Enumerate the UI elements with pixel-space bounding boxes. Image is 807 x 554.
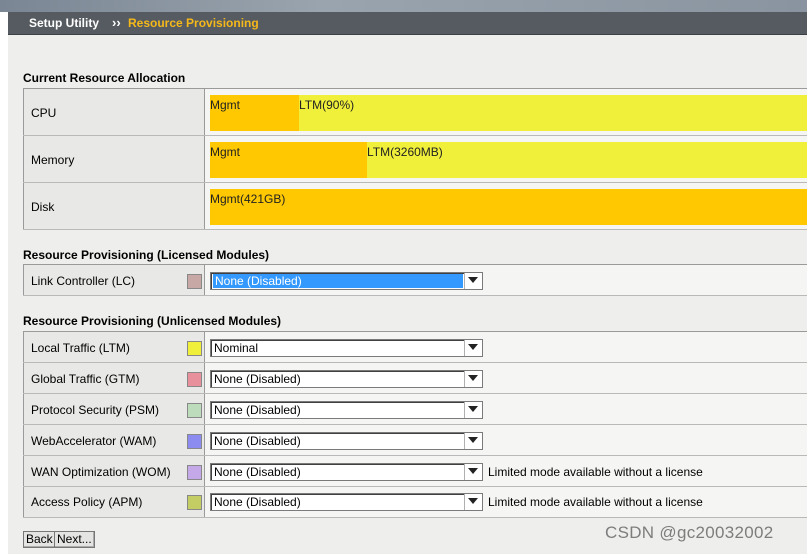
- next-button[interactable]: Next...: [54, 531, 95, 548]
- mgmt-label: Mgmt: [210, 145, 240, 159]
- module-row-wom: WAN Optimization (WOM) None (Disabled) L…: [23, 456, 807, 487]
- licensed-section-title: Resource Provisioning (Licensed Modules): [23, 248, 270, 262]
- module-color-swatch: [187, 495, 202, 510]
- select-value: None (Disabled): [214, 372, 301, 386]
- chevron-down-icon[interactable]: [464, 464, 482, 480]
- module-label: Protocol Security (PSM): [31, 403, 160, 417]
- ltm-label: LTM(3260MB): [367, 145, 443, 159]
- select-value: None (Disabled): [213, 274, 463, 288]
- memory-allocation-bar: Mgmt LTM(3260MB): [210, 142, 807, 178]
- window-top-strip: [0, 0, 807, 12]
- module-color-swatch: [187, 274, 202, 289]
- chevron-down-icon[interactable]: [464, 402, 482, 418]
- select-value: None (Disabled): [214, 465, 301, 479]
- module-row-apm: Access Policy (APM) None (Disabled) Limi…: [23, 487, 807, 518]
- watermark-text: CSDN @gc20032002: [605, 523, 774, 542]
- chevron-down-icon[interactable]: [464, 371, 482, 387]
- allocation-row-disk: Disk Mgmt(421GB): [23, 183, 807, 230]
- select-value: None (Disabled): [214, 434, 301, 448]
- module-label: Access Policy (APM): [31, 495, 143, 509]
- license-note: Limited mode available without a license: [488, 495, 703, 509]
- gtm-provision-select[interactable]: None (Disabled): [210, 370, 483, 388]
- licensed-table: Link Controller (LC) None (Disabled): [23, 264, 807, 297]
- allocation-label: Memory: [31, 153, 75, 167]
- wom-provision-select[interactable]: None (Disabled): [210, 463, 483, 481]
- breadcrumb-current: Resource Provisioning: [128, 16, 259, 30]
- module-color-swatch: [187, 403, 202, 418]
- module-row-ltm: Local Traffic (LTM) Nominal: [23, 332, 807, 363]
- allocation-label: CPU: [31, 106, 57, 120]
- chevron-down-icon[interactable]: [464, 340, 482, 356]
- chevron-down-icon[interactable]: [464, 433, 482, 449]
- unlicensed-table: Local Traffic (LTM) Nominal Global Traff…: [23, 331, 807, 519]
- module-label: Link Controller (LC): [31, 274, 136, 288]
- breadcrumb-root[interactable]: Setup Utility: [29, 16, 99, 30]
- wam-provision-select[interactable]: None (Disabled): [210, 432, 483, 450]
- select-value: None (Disabled): [214, 403, 301, 417]
- allocation-table: CPU Mgmt LTM(90%) Memory Mgmt LTM(3260MB…: [23, 88, 807, 231]
- breadcrumb-separator: ››: [112, 15, 121, 30]
- module-color-swatch: [187, 341, 202, 356]
- allocation-row-memory: Memory Mgmt LTM(3260MB): [23, 136, 807, 183]
- module-label: WAN Optimization (WOM): [31, 465, 171, 479]
- allocation-label: Disk: [31, 200, 55, 214]
- allocation-row-cpu: CPU Mgmt LTM(90%): [23, 89, 807, 136]
- unlicensed-section-title: Resource Provisioning (Unlicensed Module…: [23, 314, 282, 328]
- module-label: Global Traffic (GTM): [31, 372, 140, 386]
- module-color-swatch: [187, 465, 202, 480]
- license-note: Limited mode available without a license: [488, 465, 703, 479]
- allocation-section-title: Current Resource Allocation: [23, 71, 186, 85]
- mgmt-label: Mgmt: [210, 98, 240, 112]
- ltm-label: LTM(90%): [299, 98, 355, 112]
- select-value: None (Disabled): [214, 495, 301, 509]
- apm-provision-select[interactable]: None (Disabled): [210, 493, 483, 511]
- module-row-lc: Link Controller (LC) None (Disabled): [23, 265, 807, 296]
- module-row-wam: WebAccelerator (WAM) None (Disabled): [23, 425, 807, 456]
- chevron-down-icon[interactable]: [464, 494, 482, 510]
- lc-provision-select[interactable]: None (Disabled): [210, 272, 483, 290]
- module-label: Local Traffic (LTM): [31, 341, 130, 355]
- module-row-psm: Protocol Security (PSM) None (Disabled): [23, 394, 807, 425]
- cpu-allocation-bar: Mgmt LTM(90%): [210, 95, 807, 131]
- mgmt-label: Mgmt(421GB): [210, 192, 286, 206]
- psm-provision-select[interactable]: None (Disabled): [210, 401, 483, 419]
- disk-allocation-bar: Mgmt(421GB): [210, 189, 807, 225]
- select-value: Nominal: [214, 341, 259, 355]
- mgmt-segment: [210, 189, 807, 225]
- back-button[interactable]: Back: [23, 531, 56, 548]
- module-color-swatch: [187, 372, 202, 387]
- ltm-provision-select[interactable]: Nominal: [210, 339, 483, 357]
- module-label: WebAccelerator (WAM): [31, 434, 157, 448]
- chevron-down-icon[interactable]: [464, 273, 482, 289]
- title-bar: Setup Utility ›› Resource Provisioning: [8, 12, 807, 35]
- module-row-gtm: Global Traffic (GTM) None (Disabled): [23, 363, 807, 394]
- module-color-swatch: [187, 434, 202, 449]
